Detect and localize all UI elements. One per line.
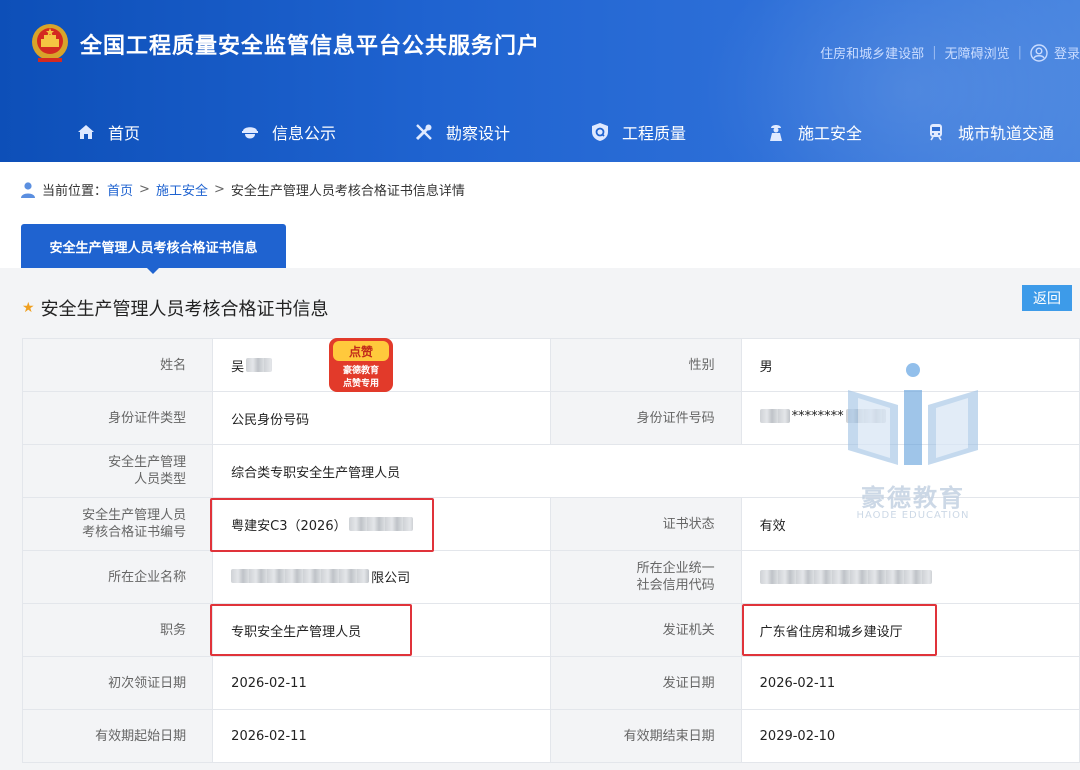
svg-text:点赞专用: 点赞专用: [343, 377, 379, 389]
redacted-block: [759, 409, 790, 424]
id-type-label: 身份证件类型: [21, 391, 214, 445]
table-row: 职务 专职安全生产管理人员 发证机关 广东省住房和城乡建设厅: [21, 603, 1080, 657]
company-value: 限公司: [212, 550, 552, 604]
nav-survey-label: 勘察设计: [446, 124, 511, 143]
link-accessibility[interactable]: 无障碍浏览: [945, 43, 1010, 62]
worker-icon: [242, 127, 258, 139]
watermark-en: HAODE EDUCATION: [856, 510, 970, 521]
breadcrumb-construction-safety[interactable]: 施工安全: [156, 180, 208, 199]
nav-construction-safety[interactable]: 施工安全: [766, 120, 862, 144]
table-row: 所在企业名称 限公司 所在企业统一 社会信用代码: [21, 550, 1080, 604]
nav-home-label: 首页: [108, 124, 141, 143]
top-links: 住房和城乡建设部 | 无障碍浏览 | 登录: [820, 43, 1080, 62]
book-logo-icon: [848, 363, 978, 465]
breadcrumb-current: 安全生产管理人员考核合格证书信息详情: [230, 184, 465, 199]
table-row: 初次领证日期 2026-02-11 发证日期 2026-02-11: [21, 656, 1080, 710]
redacted-block: [348, 517, 413, 531]
nav-survey-design[interactable]: 勘察设计: [414, 120, 510, 144]
breadcrumb-separator: >: [213, 182, 225, 197]
main-nav: 首页 信息公示 勘察设计 工程质量 施工安全 城市轨道交通: [0, 110, 1080, 154]
valid-from-label: 有效期起始日期: [21, 709, 214, 763]
position-label: 职务: [21, 603, 214, 657]
link-mohurd[interactable]: 住房和城乡建设部: [820, 43, 924, 62]
cert-number-label: 安全生产管理人员 考核合格证书编号: [21, 497, 214, 551]
valid-from-value: 2026-02-11: [212, 709, 552, 763]
gender-label: 性别: [550, 338, 742, 392]
train-icon: [930, 124, 942, 141]
login-label: 登录: [1053, 47, 1080, 62]
credit-code-label: 所在企业统一 社会信用代码: [550, 550, 742, 604]
id-number-label: 身份证件号码: [550, 391, 742, 445]
section-title: ★ 安全生产管理人员考核合格证书信息: [22, 295, 329, 321]
first-issue-date-value: 2026-02-11: [212, 656, 552, 710]
user-icon: [1030, 43, 1048, 62]
table-row: 有效期起始日期 2026-02-11 有效期结束日期 2029-02-10: [21, 709, 1080, 763]
back-button[interactable]: 返回: [1022, 285, 1072, 311]
person-icon: [770, 125, 782, 141]
person-type-label: 安全生产管理 人员类型: [21, 444, 214, 498]
svg-text:点赞: 点赞: [349, 344, 373, 359]
company-label: 所在企业名称: [21, 550, 214, 604]
breadcrumb-separator: >: [139, 182, 150, 197]
credit-code-value: [740, 550, 1080, 604]
issue-date-value: 2026-02-11: [740, 656, 1080, 710]
redacted-block: [759, 570, 932, 584]
name-label: 姓名: [21, 338, 214, 392]
issuer-label: 发证机关: [550, 603, 742, 657]
nav-engineering-quality[interactable]: 工程质量: [590, 120, 686, 144]
location-person-icon: [21, 181, 35, 198]
tools-icon: [415, 124, 432, 141]
breadcrumb: 当前位置： 首页 > 施工安全 > 安全生产管理人员考核合格证书信息详情: [20, 180, 465, 199]
nav-safety-label: 施工安全: [798, 124, 863, 143]
nav-urban-rail[interactable]: 城市轨道交通: [926, 120, 1054, 144]
cert-status-label: 证书状态: [550, 497, 742, 551]
national-emblem-icon: [32, 24, 68, 62]
site-title: 全国工程质量安全监管信息平台公共服务门户: [80, 34, 541, 59]
id-type-value: 公民身份号码: [212, 391, 552, 445]
tab-certificate-info[interactable]: 安全生产管理人员考核合格证书信息: [21, 224, 286, 274]
login-link[interactable]: 登录: [1030, 43, 1080, 62]
home-icon: [78, 125, 94, 139]
first-issue-date-label: 初次领证日期: [21, 656, 214, 710]
nav-info-publicity[interactable]: 信息公示: [240, 120, 336, 144]
nav-quality-label: 工程质量: [622, 124, 687, 143]
issue-date-label: 发证日期: [550, 656, 742, 710]
cert-number-value: 粤建安C3（2026）: [212, 497, 552, 551]
valid-to-label: 有效期结束日期: [550, 709, 742, 763]
shield-icon: [592, 123, 608, 141]
star-icon: ★: [22, 300, 35, 316]
redacted-block: [231, 569, 370, 584]
valid-to-value: 2029-02-10: [740, 709, 1080, 763]
nav-rail-label: 城市轨道交通: [958, 124, 1055, 143]
nav-info-label: 信息公示: [272, 124, 337, 143]
breadcrumb-home[interactable]: 首页: [107, 180, 133, 199]
nav-home[interactable]: 首页: [76, 120, 140, 144]
issuer-value: 广东省住房和城乡建设厅: [740, 603, 1080, 657]
position-value: 专职安全生产管理人员: [212, 603, 552, 657]
svg-text:豪德教育: 豪德教育: [343, 364, 379, 376]
redacted-block: [246, 358, 273, 372]
haode-education-watermark: 豪德教育 HAODE EDUCATION: [838, 360, 988, 525]
breadcrumb-prefix: 当前位置：: [42, 184, 108, 199]
section-title-text: 安全生产管理人员考核合格证书信息: [40, 299, 329, 320]
watermark-cn: 豪德教育: [861, 484, 965, 512]
like-sticker-icon: 点赞 豪德教育 点赞专用: [329, 338, 393, 392]
site-header: 全国工程质量安全监管信息平台公共服务门户 住房和城乡建设部 | 无障碍浏览 | …: [0, 0, 1080, 162]
